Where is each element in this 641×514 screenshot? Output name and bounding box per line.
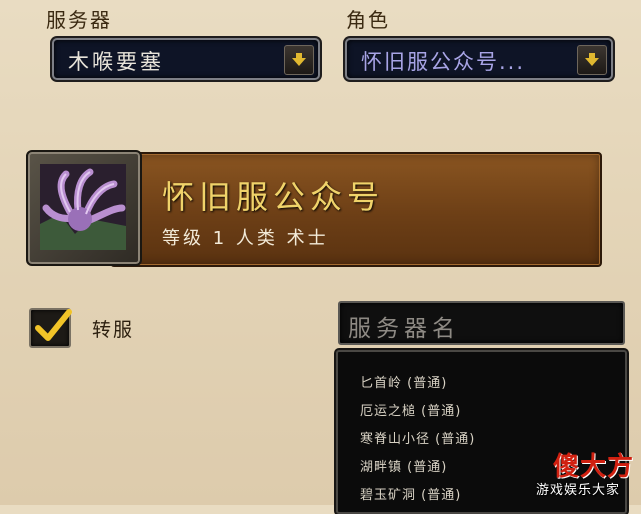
character-portrait [26, 150, 142, 266]
server-dropdown-value: 木喉要塞 [68, 50, 164, 74]
server-name-header-text: 服务器名 [348, 316, 460, 342]
server-list-item[interactable]: 寒脊山小径 (普通) [360, 428, 475, 447]
dropdown-arrow-icon [292, 53, 306, 66]
server-dropdown-button[interactable] [284, 45, 314, 75]
warlock-portrait-icon [40, 164, 126, 250]
watermark-tagline: 游戏娱乐大家 [536, 483, 621, 498]
server-list-item[interactable]: 匕首岭 (普通) [360, 372, 447, 391]
watermark-logo: 傻大方 [553, 452, 635, 482]
server-list-item[interactable]: 碧玉矿洞 (普通) [360, 484, 461, 503]
character-level-info: 等级 1 人类 术士 [162, 228, 329, 249]
checkmark-icon [35, 309, 72, 341]
server-list-item[interactable]: 湖畔镇 (普通) [360, 456, 447, 475]
server-list-item[interactable]: 厄运之槌 (普通) [360, 400, 461, 419]
transfer-checkbox[interactable] [29, 308, 72, 348]
dropdown-arrow-icon [585, 53, 599, 66]
character-name: 怀旧服公众号 [162, 178, 385, 216]
character-label: 角色 [346, 8, 390, 32]
character-card[interactable]: 怀旧服公众号 等级 1 人类 术士 [110, 152, 602, 267]
server-name-header: 服务器名 [338, 301, 625, 345]
character-dropdown[interactable]: 怀旧服公众号... [345, 38, 613, 80]
character-dropdown-value: 怀旧服公众号... [361, 50, 526, 74]
server-label: 服务器 [46, 8, 112, 32]
server-dropdown[interactable]: 木喉要塞 [52, 38, 320, 80]
character-dropdown-button[interactable] [577, 45, 607, 75]
transfer-label: 转服 [92, 319, 135, 341]
